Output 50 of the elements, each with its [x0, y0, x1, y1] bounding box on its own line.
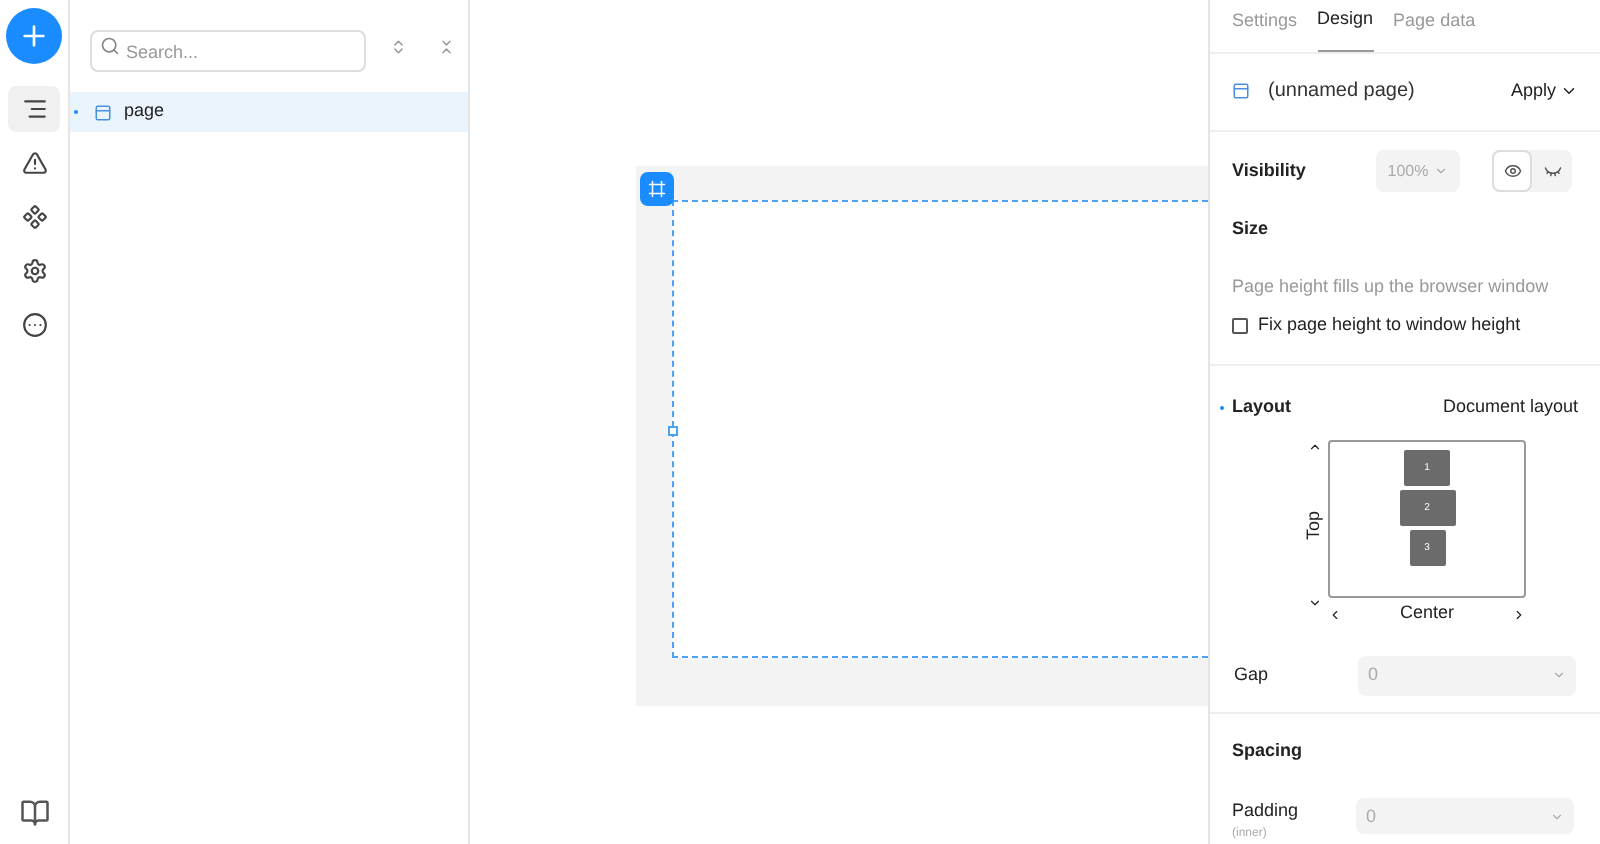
checkbox[interactable] — [1232, 318, 1248, 335]
eye-icon — [1503, 162, 1521, 181]
plus-icon — [18, 20, 50, 52]
section-label: Visibility — [1232, 158, 1308, 185]
expand-icon[interactable] — [389, 37, 407, 55]
padding-dropdown[interactable]: 0 — [1356, 798, 1574, 835]
layers-tab-button[interactable] — [8, 86, 60, 132]
section-title: Spacing — [1232, 737, 1305, 764]
page-name: (unnamed page) — [1268, 78, 1415, 107]
layout-mode: Document layout — [1442, 393, 1578, 420]
add-button[interactable] — [6, 8, 62, 64]
components-icon — [21, 204, 47, 230]
search-field[interactable]: Search... — [90, 30, 366, 72]
up-icon[interactable] — [1307, 440, 1321, 455]
tree-item-label: page — [124, 98, 165, 125]
horizontal-align-label: Center — [1399, 600, 1454, 627]
settings-icon — [21, 258, 47, 284]
panel-tab[interactable]: Settings — [1232, 8, 1298, 52]
gap-dropdown[interactable]: 0 — [1358, 655, 1576, 696]
frame-icon — [648, 180, 666, 198]
closed-eye-icon — [1543, 162, 1561, 181]
panel-tab[interactable]: Page data — [1393, 8, 1476, 52]
field-label: Gap — [1234, 662, 1271, 689]
book-icon[interactable] — [19, 798, 49, 828]
right-icon[interactable] — [1511, 607, 1526, 622]
panel-tab[interactable]: Design — [1317, 6, 1374, 52]
tree-item[interactable]: page — [70, 92, 468, 132]
page-icon — [94, 103, 112, 121]
more-icon — [21, 312, 47, 338]
resize-handle[interactable] — [668, 426, 678, 436]
chevron-down-icon — [1552, 668, 1566, 683]
layers-icon — [21, 96, 47, 122]
vertical-align-label: Top — [1300, 511, 1325, 541]
left-icon[interactable] — [1328, 607, 1342, 622]
chevron-down-icon — [1434, 164, 1449, 179]
checkbox-label: Fix page height to window height — [1258, 312, 1521, 339]
section-title: Size — [1232, 216, 1271, 243]
visible-toggle-button[interactable] — [1492, 150, 1532, 193]
field-label: Padding — [1232, 798, 1301, 825]
frame-badge[interactable] — [640, 172, 674, 206]
size-hint: Page height fills up the browser window — [1232, 273, 1551, 300]
page-icon — [1232, 82, 1250, 101]
chevron-down-icon — [1550, 809, 1564, 824]
collapse-icon[interactable] — [438, 37, 456, 55]
warning-icon — [21, 150, 47, 176]
search-icon — [100, 35, 120, 55]
opacity-dropdown[interactable]: 100% — [1376, 150, 1460, 193]
apply-button[interactable]: Apply — [1510, 78, 1578, 106]
down-icon[interactable] — [1307, 596, 1321, 611]
section-title: Layout — [1232, 393, 1292, 420]
